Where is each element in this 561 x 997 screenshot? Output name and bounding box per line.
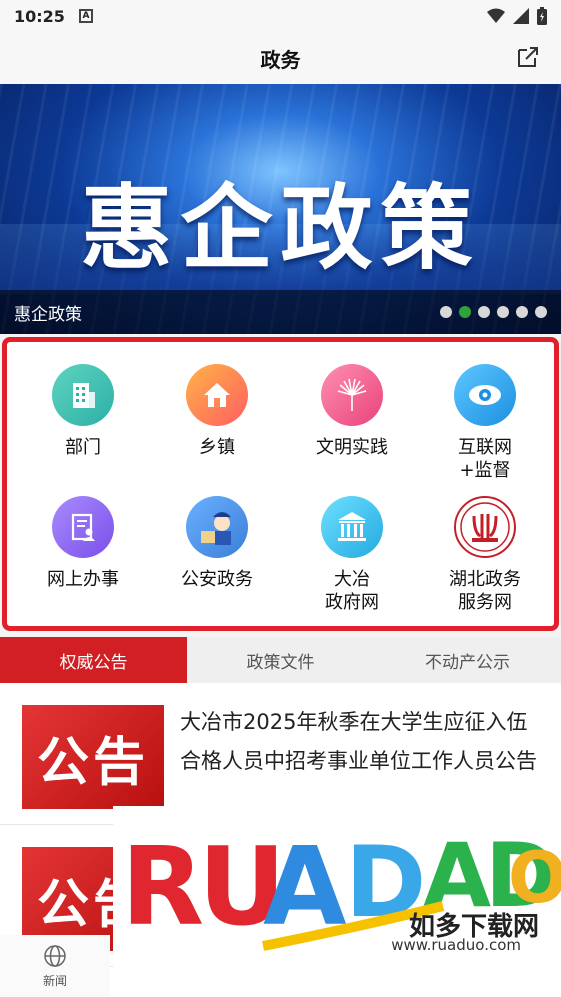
service-grid-frame: 部门 乡镇 文明实践 互联网 +监督网上办事 公安政务 大冶 政府网 湖北政务 服务网 bbox=[2, 337, 559, 631]
carousel-dot[interactable] bbox=[478, 306, 490, 318]
announcement-thumb: 公告 bbox=[22, 705, 164, 809]
watermark-logo: RU A D AD O 如多下载网 www.ruaduo.com bbox=[113, 806, 561, 974]
carousel-dot[interactable] bbox=[497, 306, 509, 318]
wifi-icon bbox=[487, 8, 505, 23]
service-label: 网上办事 bbox=[47, 569, 119, 590]
banner-headline: 惠企政策 bbox=[80, 175, 481, 282]
bottom-nav-news[interactable]: 新闻 bbox=[0, 935, 110, 997]
banner-carousel[interactable]: 惠企政策 惠企政策 bbox=[0, 84, 561, 334]
eye-icon bbox=[454, 364, 516, 426]
service-item[interactable]: 湖北政务 服务网 bbox=[417, 496, 553, 614]
status-time: 10:25 bbox=[14, 6, 65, 26]
page-title: 政务 bbox=[260, 47, 301, 72]
house-icon bbox=[186, 364, 248, 426]
document-user-icon bbox=[52, 496, 114, 558]
share-icon[interactable] bbox=[515, 44, 541, 70]
tab-1[interactable]: 政策文件 bbox=[187, 637, 374, 683]
service-label: 部门 bbox=[65, 437, 101, 458]
hubei-seal-icon bbox=[454, 496, 516, 558]
list-item[interactable]: 公告 大冶市2025年秋季在大学生应征入伍合格人员中招考事业单位工作人员公告 bbox=[0, 683, 561, 825]
service-label: 湖北政务 服务网 bbox=[449, 569, 521, 613]
banner-caption-bar: 惠企政策 bbox=[0, 290, 561, 334]
palm-leaf-icon bbox=[321, 364, 383, 426]
watermark-url: www.ruaduo.com bbox=[391, 936, 521, 954]
status-bar: 10:25 A bbox=[0, 0, 561, 32]
service-item[interactable]: 部门 bbox=[15, 364, 151, 459]
service-item[interactable]: 文明实践 bbox=[284, 364, 420, 459]
carousel-dot[interactable] bbox=[459, 306, 471, 318]
sim-icon: A bbox=[78, 9, 93, 23]
globe-icon bbox=[44, 944, 66, 967]
building-icon bbox=[52, 364, 114, 426]
service-grid: 部门 乡镇 文明实践 互联网 +监督网上办事 公安政务 大冶 政府网 湖北政务 服务网 bbox=[7, 342, 554, 626]
service-item[interactable]: 乡镇 bbox=[149, 364, 285, 459]
service-label: 乡镇 bbox=[199, 437, 235, 458]
tab-2[interactable]: 不动产公示 bbox=[374, 637, 561, 683]
banner-caption: 惠企政策 bbox=[14, 304, 82, 325]
government-building-icon bbox=[321, 496, 383, 558]
carousel-dot[interactable] bbox=[535, 306, 547, 318]
carousel-dot[interactable] bbox=[440, 306, 452, 318]
news-tabs: 权威公告 政策文件 不动产公示 bbox=[0, 637, 561, 691]
carousel-dots bbox=[440, 306, 547, 318]
news-title: 大冶市2025年秋季在大学生应征入伍合格人员中招考事业单位工作人员公告 bbox=[180, 710, 537, 773]
carousel-dot[interactable] bbox=[516, 306, 528, 318]
signal-icon bbox=[513, 8, 529, 24]
tab-0[interactable]: 权威公告 bbox=[0, 637, 187, 691]
app-header: 政务 bbox=[0, 32, 561, 84]
service-item[interactable]: 互联网 +监督 bbox=[417, 364, 553, 482]
service-item[interactable]: 大冶 政府网 bbox=[284, 496, 420, 614]
battery-icon bbox=[537, 7, 547, 25]
service-item[interactable]: 网上办事 bbox=[15, 496, 151, 591]
bottom-nav-label: 新闻 bbox=[42, 973, 67, 988]
status-icons bbox=[487, 7, 547, 25]
police-icon bbox=[186, 496, 248, 558]
service-label: 互联网 +监督 bbox=[458, 437, 512, 481]
service-label: 大冶 政府网 bbox=[325, 569, 379, 613]
service-item[interactable]: 公安政务 bbox=[149, 496, 285, 591]
svg-text:RU: RU bbox=[121, 825, 280, 950]
service-label: 公安政务 bbox=[181, 569, 253, 590]
service-label: 文明实践 bbox=[316, 437, 388, 458]
